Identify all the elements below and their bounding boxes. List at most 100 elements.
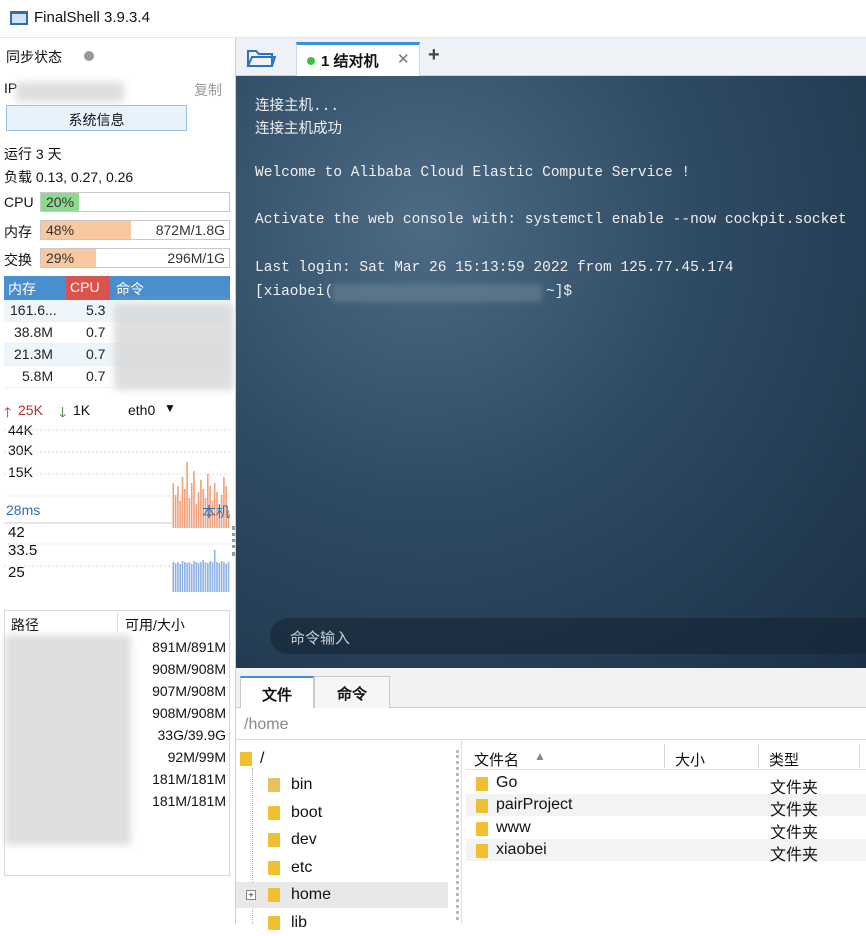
folder-icon <box>268 833 280 847</box>
tree-item-label: home <box>291 886 332 903</box>
tab-label: 1 结对机 <box>321 53 379 70</box>
folder-icon <box>268 888 280 902</box>
session-tab-bar: 1 结对机 ✕ + <box>236 38 866 76</box>
close-icon[interactable]: ✕ <box>397 50 410 68</box>
terminal-line: 连接主机... <box>255 99 340 115</box>
disk-paths-redacted <box>5 635 131 845</box>
add-tab-icon[interactable]: + <box>428 44 440 67</box>
tree-item-label: dev <box>291 831 317 848</box>
file-row[interactable]: Go 文件夹 <box>466 772 866 797</box>
column-type-header[interactable]: 类型 <box>769 749 799 770</box>
file-row[interactable]: xiaobei 文件夹 <box>466 839 866 864</box>
system-info-button[interactable]: 系统信息 <box>6 105 187 131</box>
terminal-line: Welcome to Alibaba Cloud Elastic Compute… <box>255 165 691 181</box>
process-table-header: 内存 CPU 命令 <box>4 276 230 300</box>
column-name-header[interactable]: 文件名 <box>474 749 519 770</box>
connection-status-dot-icon <box>307 57 315 65</box>
folder-icon <box>268 916 280 930</box>
process-cpu-header[interactable]: CPU <box>66 276 110 300</box>
process-mem-header[interactable]: 内存 <box>8 279 36 299</box>
disk-usage: 181M/181M <box>152 771 226 787</box>
terminal-line: Activate the web console with: systemctl… <box>255 212 847 228</box>
chart-bar <box>195 562 198 592</box>
ip-redacted <box>16 82 124 102</box>
latency-host[interactable]: 本机 <box>202 502 230 522</box>
network-interface-select[interactable]: eth0 <box>128 402 155 418</box>
chart-bar <box>207 563 209 592</box>
hostname-redacted <box>332 284 542 302</box>
window-title: FinalShell 3.9.3.4 <box>34 9 150 26</box>
tree-scrollbar[interactable] <box>456 750 459 920</box>
chart-bar <box>184 562 186 592</box>
tree-item-lib[interactable]: lib <box>236 910 448 936</box>
swap-bar-label: 交换 <box>4 252 32 268</box>
memory-usage-bar: 内存 48% 872M/1.8G <box>4 220 230 242</box>
folder-icon <box>240 752 252 766</box>
expand-toggle-icon[interactable]: + <box>246 890 256 900</box>
terminal[interactable]: 连接主机... 连接主机成功 Welcome to Alibaba Cloud … <box>236 76 866 668</box>
tree-item-label: etc <box>291 859 313 876</box>
cpu-bar-percent: 20% <box>46 194 75 210</box>
tab-commands[interactable]: 命令 <box>314 676 390 708</box>
disk-size-header[interactable]: 可用/大小 <box>125 615 185 635</box>
process-command-redacted <box>114 304 234 390</box>
tree-item-label: lib <box>291 914 308 931</box>
process-mem: 161.6... <box>10 302 57 318</box>
chart-bar <box>216 562 218 592</box>
folder-icon[interactable] <box>246 47 276 69</box>
process-cmd-header[interactable]: 命令 <box>116 279 144 299</box>
tree-item-etc[interactable]: etc <box>236 855 448 881</box>
file-type: 文件夹 <box>770 847 819 864</box>
upload-speed: 25K <box>18 402 43 418</box>
copy-ip-button[interactable]: 复制 <box>194 80 222 100</box>
tree-item-home[interactable]: + home <box>236 882 448 908</box>
splitter-handle[interactable] <box>232 526 235 556</box>
tree-item-dev[interactable]: dev <box>236 827 448 853</box>
chart-bar <box>177 562 179 592</box>
uptime-text: 运行 3 天 <box>4 146 62 162</box>
disk-usage: 181M/181M <box>152 793 226 809</box>
chart-bar <box>220 561 223 592</box>
file-name: pairProject <box>496 796 573 813</box>
file-list-header: 文件名 ▲ 大小 类型 <box>466 744 866 770</box>
cpu-bar-label: CPU <box>4 194 34 210</box>
tree-item-label: boot <box>291 804 323 821</box>
disk-usage: 891M/891M <box>152 639 226 655</box>
chart-bar <box>200 562 202 592</box>
terminal-line: Last login: Sat Mar 26 15:13:59 2022 fro… <box>255 260 734 276</box>
chart-bar <box>218 563 221 592</box>
column-size-header[interactable]: 大小 <box>675 749 705 770</box>
process-cpu: 0.7 <box>86 346 106 362</box>
process-mem: 21.3M <box>14 346 53 362</box>
terminal-prompt-user: [xiaobei( <box>255 284 334 300</box>
tab-files[interactable]: 文件 <box>240 676 314 708</box>
command-input[interactable]: 命令输入 <box>270 618 866 654</box>
folder-icon <box>268 861 280 875</box>
chart-bar <box>172 562 175 592</box>
process-mem: 38.8M <box>14 324 53 340</box>
tree-item-bin[interactable]: bin <box>236 772 448 798</box>
file-name: xiaobei <box>496 841 547 858</box>
download-speed: 1K <box>73 402 91 418</box>
file-row[interactable]: pairProject 文件夹 <box>466 794 866 819</box>
latency-value: 28ms <box>6 502 41 518</box>
tree-item-root[interactable]: / <box>236 746 448 772</box>
disk-usage: 907M/908M <box>152 683 226 699</box>
chart-bar <box>202 560 204 592</box>
chart-bar <box>181 561 184 592</box>
bottom-tab-bar: 文件 命令 <box>236 668 866 708</box>
tree-item-boot[interactable]: boot <box>236 800 448 826</box>
chart-bar <box>174 563 177 592</box>
latency-monitor: 28ms 本机 42 33.5 25 <box>4 502 230 602</box>
folder-icon <box>476 844 488 858</box>
path-bar[interactable]: /home <box>236 708 866 740</box>
file-row[interactable]: www 文件夹 <box>466 817 866 842</box>
process-cpu: 5.3 <box>86 302 106 318</box>
chevron-down-icon[interactable]: ▼ <box>164 401 176 415</box>
disk-usage: 908M/908M <box>152 705 226 721</box>
status-sidebar: 同步状态 IP 复制 系统信息 运行 3 天 负载 0.13, 0.27, 0.… <box>0 38 236 924</box>
chart-bar <box>188 562 191 592</box>
tab-session-1[interactable]: 1 结对机 ✕ <box>296 42 420 76</box>
disk-path-header[interactable]: 路径 <box>11 615 39 635</box>
memory-bar-label: 内存 <box>4 224 32 240</box>
